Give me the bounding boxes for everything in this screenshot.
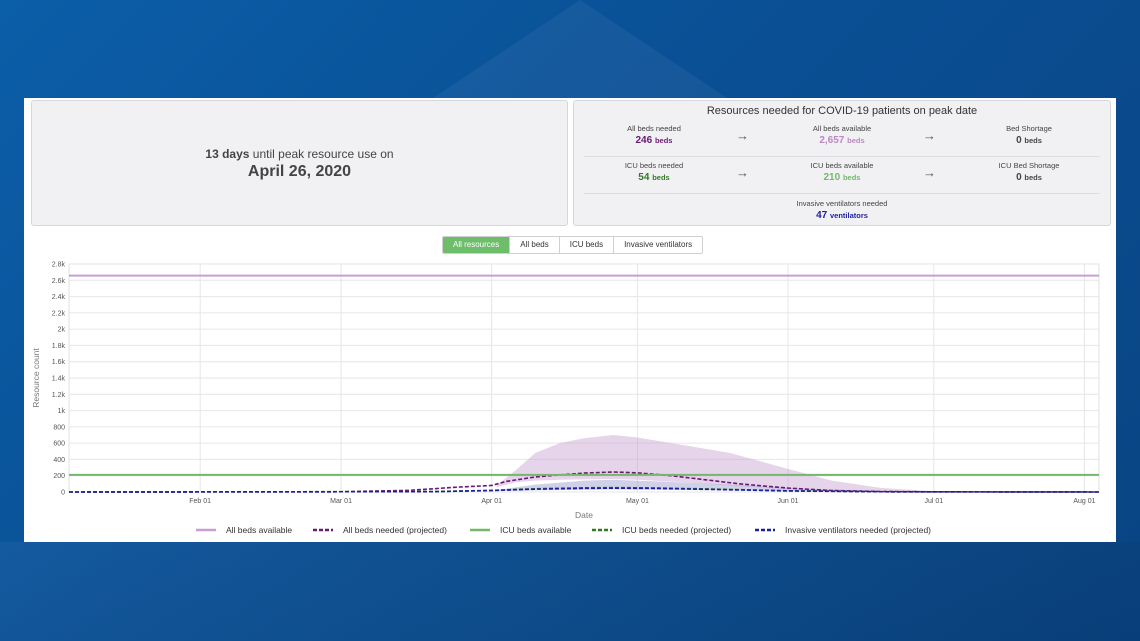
legend-label: Invasive ventilators needed (projected): [785, 525, 931, 535]
background-facet-bottom: [0, 542, 1140, 641]
resource-chart: 0 200 400 600 800 1k 1.2k 1.4k 1.6k 1.8k 2k 2.2k 2.4…: [31, 262, 1100, 535]
y-axis-label: Resource count: [31, 348, 41, 408]
legend-label: ICU beds available: [500, 525, 572, 535]
background-facet: [430, 0, 730, 100]
legend-label: ICU beds needed (projected): [622, 525, 731, 535]
x-tick-label: Apr 01: [481, 498, 502, 505]
y-tick-label: 1.4k: [52, 376, 66, 383]
y-tick-label: 0: [61, 490, 65, 497]
y-tick-label: 1.6k: [52, 359, 66, 366]
y-tick-label: 2.8k: [52, 262, 66, 269]
x-tick-label: Jul 01: [924, 498, 943, 505]
y-tick-label: 200: [53, 473, 65, 480]
y-tick-label: 2.2k: [52, 310, 66, 317]
y-tick-label: 800: [53, 424, 65, 431]
y-tick-label: 2k: [58, 327, 66, 334]
y-tick-label: 1.8k: [52, 343, 66, 350]
legend-label: All beds needed (projected): [343, 525, 447, 535]
x-axis-label: Date: [575, 510, 593, 520]
y-tick-label: 2.4k: [52, 294, 66, 301]
y-tick-label: 400: [53, 457, 65, 464]
y-tick-label: 600: [53, 441, 65, 448]
x-tick-label: May 01: [626, 498, 649, 505]
y-tick-label: 1k: [58, 408, 66, 415]
x-tick-label: Aug 01: [1073, 498, 1095, 505]
y-tick-label: 1.2k: [52, 392, 66, 399]
x-tick-label: Mar 01: [330, 498, 352, 505]
legend-label: All beds available: [226, 525, 292, 535]
x-tick-label: Jun 01: [778, 498, 799, 505]
dashboard-panel: 13 days until peak resource use on April…: [24, 98, 1116, 542]
x-tick-label: Feb 01: [189, 498, 211, 505]
y-tick-label: 2.6k: [52, 278, 66, 285]
